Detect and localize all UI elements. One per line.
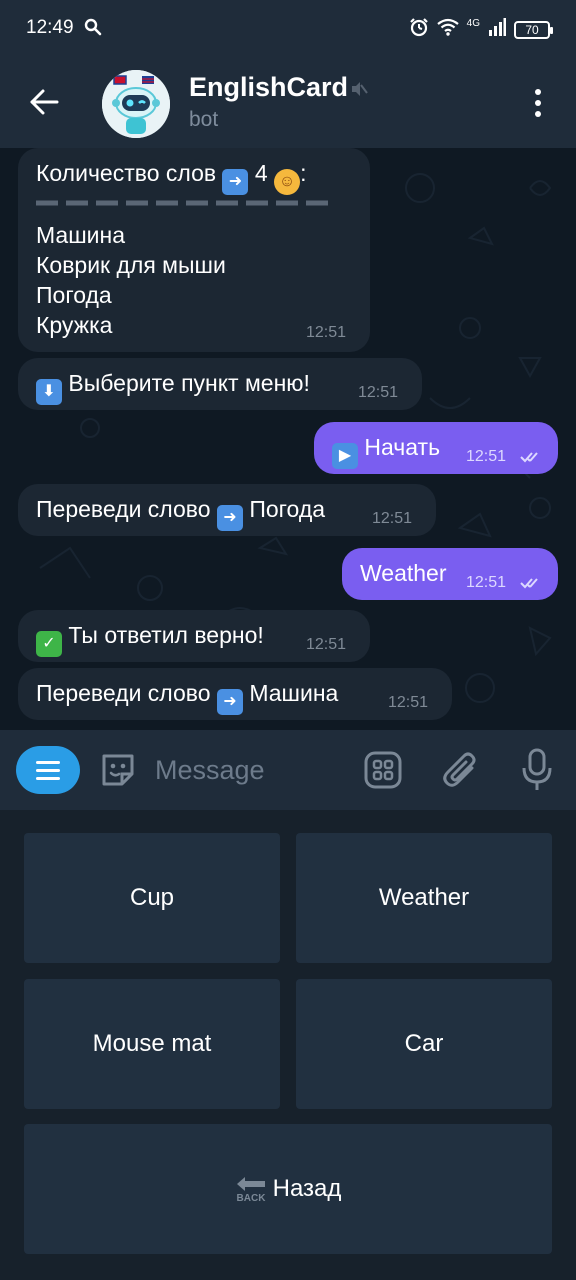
- hamburger-icon: [36, 760, 60, 764]
- word-list-item: Коврик для мыши: [36, 252, 226, 278]
- message-text: Переведи слово ➜ Погода: [36, 496, 325, 531]
- arrow-right-emoji-icon: ➜: [216, 505, 243, 531]
- alarm-icon: [409, 17, 429, 42]
- message-text-content: Ты ответил верно!: [68, 622, 264, 648]
- message-time: 12:51: [306, 636, 347, 653]
- message-time: 12:51: [466, 448, 507, 465]
- keyboard-button-label: Cup: [129, 884, 175, 911]
- dashed-divider: [36, 200, 336, 206]
- message-text: Переведи слово ➜ Машина: [36, 680, 338, 715]
- message-time: 12:51: [358, 384, 399, 401]
- word-count-label: Количество слов: [36, 160, 217, 186]
- status-icons: 4G 70: [409, 17, 553, 42]
- keyboard-button-label: Weather: [378, 884, 470, 911]
- signal-icon: [488, 18, 506, 41]
- bot-menu-button[interactable]: [16, 746, 80, 794]
- status-time: 12:49: [26, 17, 74, 38]
- message-bubble-incoming[interactable]: ✓ Ты ответил верно! 12:51: [18, 610, 370, 662]
- message-text: Weather: [360, 560, 447, 586]
- keyboard-button-label: Mouse mat: [92, 1030, 212, 1057]
- message-time: 12:51: [388, 694, 429, 711]
- message-bubble-incoming[interactable]: Переведи слово ➜ Погода 12:51: [18, 484, 436, 536]
- message-composer: [0, 730, 576, 810]
- message-text-content: Начать: [364, 434, 441, 460]
- word-to-translate: Машина: [249, 680, 339, 706]
- message-text-content: Переведи слово: [36, 496, 211, 522]
- arrow-right-emoji-icon: ➜: [216, 689, 243, 715]
- keyboard-button-weather[interactable]: Weather: [296, 833, 552, 963]
- keyboard-button-label: Назад: [272, 1175, 342, 1202]
- message-time: 12:51: [306, 324, 347, 341]
- arrow-left-icon: [30, 89, 59, 115]
- chat-subtitle: bot: [189, 108, 219, 131]
- muted-speaker-icon: [350, 80, 368, 103]
- wifi-icon: [436, 18, 459, 41]
- more-options-button[interactable]: [520, 82, 556, 124]
- word-count-value: 4: [254, 160, 268, 186]
- keyboard-button-back[interactable]: BACK Назад: [24, 1124, 552, 1254]
- microphone-icon[interactable]: [520, 748, 554, 797]
- keyboard-button-mouse-mat[interactable]: Mouse mat: [24, 979, 280, 1109]
- paperclip-icon[interactable]: [442, 750, 480, 795]
- sticker-smile-icon[interactable]: [98, 750, 138, 795]
- message-text: ✓ Ты ответил верно!: [36, 622, 264, 657]
- message-input[interactable]: [155, 752, 345, 788]
- smiling-face-emoji-icon: ☺: [274, 169, 301, 195]
- message-bubble-incoming[interactable]: Количество слов ➜ 4 ☺: Машина Коврик для…: [18, 148, 370, 352]
- message-text: ▶ Начать: [332, 434, 440, 469]
- robot-avatar-icon: [102, 70, 170, 138]
- keyboard-button-car[interactable]: Car: [296, 979, 552, 1109]
- word-count-colon: :: [300, 160, 307, 186]
- word-list-item: Машина: [36, 222, 126, 248]
- chat-header: EnglishCard bot: [0, 58, 576, 148]
- double-check-icon: [520, 578, 538, 589]
- chat-title: EnglishCard: [189, 72, 349, 102]
- message-bubble-outgoing[interactable]: ▶ Начать 12:51: [314, 422, 558, 474]
- status-bar: 12:49 4G 70: [0, 0, 576, 58]
- message-bubble-incoming[interactable]: Переведи слово ➜ Машина 12:51: [18, 668, 452, 720]
- chat-messages[interactable]: Количество слов ➜ 4 ☺: Машина Коврик для…: [0, 148, 576, 730]
- bot-reply-keyboard: Cup Weather Mouse mat Car BACK Назад: [0, 810, 576, 1280]
- back-sign-icon: BACK: [235, 1176, 267, 1204]
- check-mark-emoji-icon: ✓: [36, 631, 62, 657]
- word-list-item: Кружка: [36, 312, 113, 338]
- back-button[interactable]: [22, 80, 66, 124]
- word-to-translate: Погода: [249, 496, 326, 522]
- message-bubble-outgoing[interactable]: Weather 12:51: [342, 548, 558, 600]
- arrow-down-emoji-icon: ⬇: [36, 379, 62, 405]
- message-time: 12:51: [372, 510, 413, 527]
- search-status-icon: [84, 18, 102, 41]
- double-check-icon: [520, 452, 538, 463]
- message-bubble-incoming[interactable]: ⬇ Выберите пункт меню! 12:51: [18, 358, 422, 410]
- word-list-item: Погода: [36, 282, 112, 308]
- network-type: 4G: [466, 18, 480, 29]
- bot-avatar[interactable]: [102, 70, 170, 138]
- message-time: 12:51: [466, 574, 507, 591]
- play-button-emoji-icon: ▶: [332, 443, 358, 469]
- grid-icon[interactable]: [364, 751, 402, 794]
- battery-indicator: 70: [514, 20, 553, 39]
- back-sign-text: BACK: [236, 1193, 266, 1202]
- message-text: Количество слов ➜ 4 ☺:: [36, 160, 306, 195]
- message-text: ⬇ Выберите пункт меню!: [36, 370, 310, 405]
- three-dots-vertical-icon: [535, 89, 541, 95]
- keyboard-button-cup[interactable]: Cup: [24, 833, 280, 963]
- message-text-content: Выберите пункт меню!: [68, 370, 310, 396]
- arrow-right-emoji-icon: ➜: [222, 169, 249, 195]
- keyboard-button-label: Car: [404, 1030, 444, 1057]
- message-text-content: Переведи слово: [36, 680, 211, 706]
